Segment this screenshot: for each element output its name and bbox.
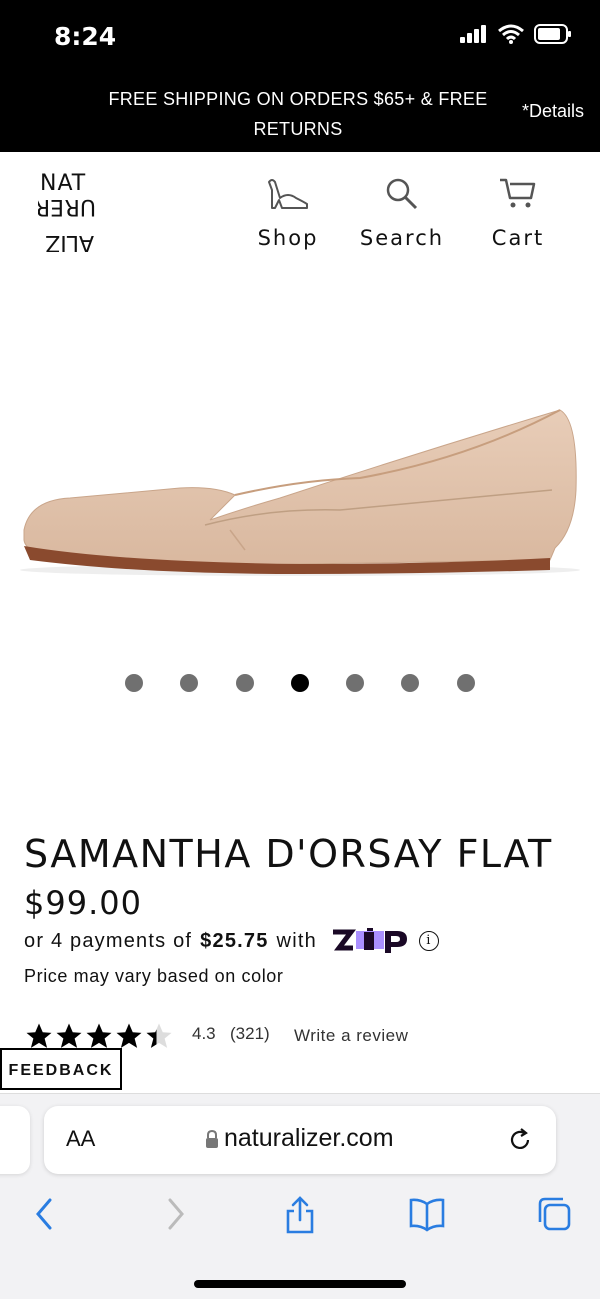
price-note: Price may vary based on color (24, 966, 284, 986)
promo-banner: FREE SHIPPING ON ORDERS $65+ & FREE RETU… (0, 72, 600, 152)
carousel-dot[interactable] (180, 674, 198, 692)
installments-prefix: or 4 payments of (24, 929, 193, 952)
shoe-icon (268, 179, 308, 209)
info-icon[interactable]: i (418, 931, 439, 951)
carousel-dot-active[interactable] (291, 674, 309, 692)
wifi-icon (498, 24, 524, 44)
nav-search-label: Search (359, 226, 445, 250)
carousel-dot[interactable] (236, 674, 254, 692)
url-text: naturalizer.com (224, 1124, 394, 1152)
nav-search[interactable]: Search (352, 176, 452, 250)
battery-icon (534, 24, 571, 44)
carousel-dot[interactable] (457, 674, 475, 692)
product-title: SAMANTHA D'ORSAY FLAT (24, 832, 553, 876)
signal-icon (460, 25, 486, 43)
reader-settings-label: AA (66, 1126, 96, 1151)
browser-toolbar: AA naturalizer.com (0, 1093, 600, 1299)
logo-line-3: ALIZ (45, 230, 94, 252)
rating-value: 4.3 (192, 1024, 216, 1043)
forward-icon[interactable] (160, 1196, 190, 1232)
cart-icon (500, 178, 536, 208)
zip-logo (332, 928, 407, 953)
star-icon (86, 1023, 112, 1048)
search-icon (386, 178, 418, 210)
back-icon[interactable] (30, 1196, 60, 1232)
write-review-link[interactable]: Write a review (294, 1026, 408, 1046)
reader-settings-button[interactable]: AA (66, 1126, 95, 1152)
tabs-icon[interactable] (536, 1196, 572, 1232)
nav-cart[interactable]: Cart (468, 176, 568, 250)
promo-text: FREE SHIPPING ON ORDERS $65+ & FREE RETU… (108, 89, 488, 139)
logo-line-4: ER (38, 194, 64, 219)
feedback-button[interactable]: FEEDBACK (0, 1048, 122, 1090)
review-count[interactable]: (321) (230, 1024, 270, 1044)
status-bar: 8:24 (0, 0, 600, 72)
nav-shop-label: Shop (257, 226, 319, 250)
reload-icon[interactable] (506, 1126, 534, 1154)
installment-amount: $25.75 (200, 929, 269, 952)
installments-suffix: with (276, 929, 317, 952)
carousel-dot[interactable] (125, 674, 143, 692)
star-icon (116, 1023, 142, 1048)
logo-line-2: UR (65, 194, 96, 219)
promo-details-link[interactable]: *Details (522, 101, 584, 122)
status-icons (460, 24, 572, 44)
bookmarks-icon[interactable] (408, 1196, 446, 1232)
product-image[interactable] (0, 380, 600, 600)
naturalizer-logo[interactable]: NAT UR ALIZ ER (38, 168, 100, 252)
share-icon[interactable] (283, 1196, 317, 1234)
nav-cart-label: Cart (491, 226, 545, 250)
star-icon (56, 1023, 82, 1048)
carousel-dot[interactable] (346, 674, 364, 692)
star-half-icon (146, 1023, 172, 1048)
url-display[interactable]: naturalizer.com (204, 1124, 394, 1153)
lock-icon (206, 1129, 218, 1148)
nav-shop[interactable]: Shop (238, 176, 338, 250)
site-header: NAT UR ALIZ ER Shop Search Cart (0, 152, 600, 262)
star-rating[interactable] (24, 1021, 174, 1051)
home-indicator (194, 1280, 406, 1288)
product-price: $99.00 (24, 884, 142, 922)
status-time: 8:24 (54, 22, 117, 51)
star-icon (26, 1023, 52, 1048)
previous-tab-peek[interactable] (0, 1106, 30, 1174)
carousel-dot[interactable] (401, 674, 419, 692)
address-bar[interactable]: AA naturalizer.com (44, 1106, 556, 1174)
installments-row: or 4 payments of $25.75 with i (24, 928, 439, 954)
carousel-dots (0, 674, 600, 696)
logo-line-1: NAT (40, 171, 86, 196)
